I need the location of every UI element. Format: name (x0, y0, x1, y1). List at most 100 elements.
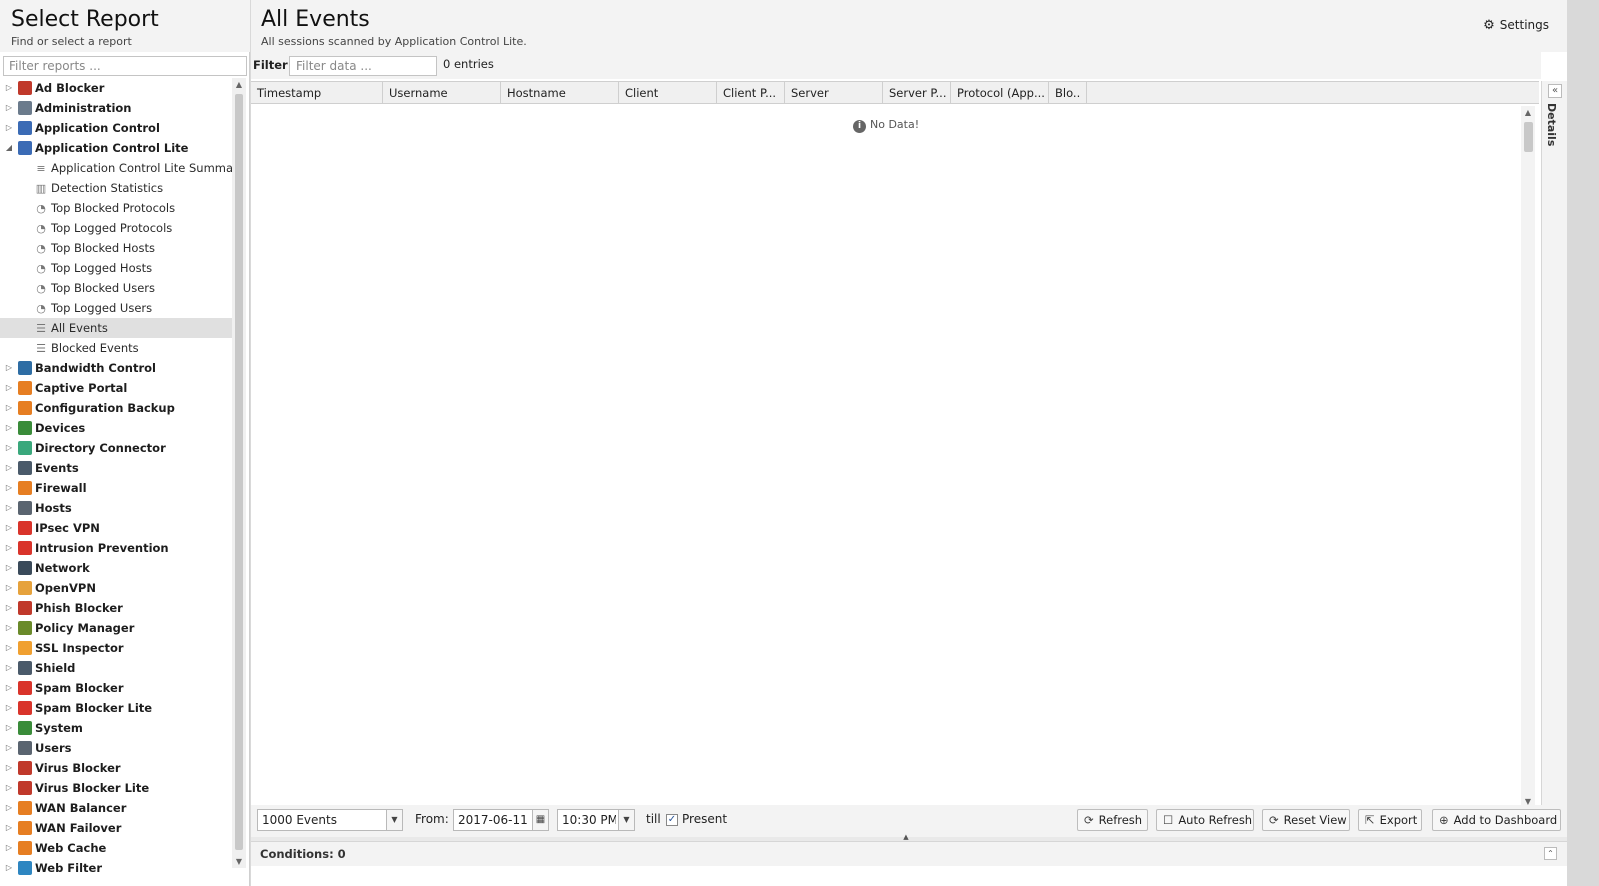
tree-category-application-control-lite[interactable]: ◢ Application Control Lite (0, 138, 236, 158)
tree-category-devices[interactable]: ▷ Devices (0, 418, 236, 438)
refresh-button[interactable]: ⟳ Refresh (1077, 809, 1148, 831)
tree-category-system[interactable]: ▷ System (0, 718, 236, 738)
tree-category-events[interactable]: ▷ Events (0, 458, 236, 478)
column-header[interactable]: Protocol (App... (951, 82, 1049, 104)
collapsed-arrow-icon[interactable]: ▷ (5, 598, 13, 618)
collapsed-arrow-icon[interactable]: ▷ (5, 698, 13, 718)
column-header[interactable]: Timestamp (251, 82, 383, 104)
collapsed-arrow-icon[interactable]: ▷ (5, 418, 13, 438)
tree-report-top-logged-users[interactable]: ◔ Top Logged Users (0, 298, 236, 318)
chevron-down-icon[interactable]: ▼ (386, 810, 402, 830)
tree-report-top-logged-protocols[interactable]: ◔ Top Logged Protocols (0, 218, 236, 238)
collapsed-arrow-icon[interactable]: ▷ (5, 398, 13, 418)
collapsed-arrow-icon[interactable]: ▷ (5, 658, 13, 678)
collapsed-arrow-icon[interactable]: ▷ (5, 798, 13, 818)
expand-up-icon[interactable]: ⌃ (1544, 847, 1557, 860)
tree-category-hosts[interactable]: ▷ Hosts (0, 498, 236, 518)
collapsed-arrow-icon[interactable]: ▷ (5, 678, 13, 698)
tree-category-application-control[interactable]: ▷ Application Control (0, 118, 236, 138)
collapsed-arrow-icon[interactable]: ▷ (5, 718, 13, 738)
collapsed-arrow-icon[interactable]: ▷ (5, 498, 13, 518)
tree-report-top-blocked-protocols[interactable]: ◔ Top Blocked Protocols (0, 198, 236, 218)
tree-category-directory-connector[interactable]: ▷ Directory Connector (0, 438, 236, 458)
tree-category-wan-balancer[interactable]: ▷ WAN Balancer (0, 798, 236, 818)
collapsed-arrow-icon[interactable]: ▷ (5, 458, 13, 478)
tree-report-top-blocked-hosts[interactable]: ◔ Top Blocked Hosts (0, 238, 236, 258)
collapsed-arrow-icon[interactable]: ▷ (5, 818, 13, 838)
auto-refresh-button[interactable]: ☐ Auto Refresh (1156, 809, 1254, 831)
tree-report-application-control-lite-summary[interactable]: ≡ Application Control Lite Summary (0, 158, 236, 178)
collapsed-arrow-icon[interactable]: ▷ (5, 478, 13, 498)
tree-category-web-filter[interactable]: ▷ Web Filter (0, 858, 236, 878)
expanded-arrow-icon[interactable]: ◢ (5, 138, 13, 158)
tree-category-virus-blocker-lite[interactable]: ▷ Virus Blocker Lite (0, 778, 236, 798)
collapsed-arrow-icon[interactable]: ▷ (5, 758, 13, 778)
collapsed-arrow-icon[interactable]: ▷ (5, 858, 13, 878)
column-header[interactable]: Client (619, 82, 717, 104)
column-header[interactable]: Username (383, 82, 501, 104)
collapsed-arrow-icon[interactable]: ▷ (5, 558, 13, 578)
data-filter-input[interactable] (289, 56, 437, 76)
details-panel-collapsed[interactable]: « Details (1541, 81, 1567, 805)
collapsed-arrow-icon[interactable]: ▷ (5, 358, 13, 378)
column-header[interactable]: Client P... (717, 82, 785, 104)
tree-report-top-blocked-users[interactable]: ◔ Top Blocked Users (0, 278, 236, 298)
tree-category-spam-blocker[interactable]: ▷ Spam Blocker (0, 678, 236, 698)
tree-category-virus-blocker[interactable]: ▷ Virus Blocker (0, 758, 236, 778)
collapsed-arrow-icon[interactable]: ▷ (5, 538, 13, 558)
tree-category-firewall[interactable]: ▷ Firewall (0, 478, 236, 498)
collapsed-arrow-icon[interactable]: ▷ (5, 118, 13, 138)
tree-report-detection-statistics[interactable]: ▥ Detection Statistics (0, 178, 236, 198)
collapsed-arrow-icon[interactable]: ▷ (5, 578, 13, 598)
settings-button[interactable]: ⚙ Settings (1483, 18, 1549, 33)
reset-view-button[interactable]: ⟳ Reset View (1262, 809, 1350, 831)
tree-category-intrusion-prevention[interactable]: ▷ Intrusion Prevention (0, 538, 236, 558)
tree-category-phish-blocker[interactable]: ▷ Phish Blocker (0, 598, 236, 618)
from-date-field[interactable]: 2017-06-11 ▦ (453, 809, 549, 831)
collapsed-arrow-icon[interactable]: ▷ (5, 618, 13, 638)
scroll-up-arrow-icon[interactable]: ▲ (1521, 108, 1535, 117)
collapsed-arrow-icon[interactable]: ▷ (5, 78, 13, 98)
present-checkbox[interactable]: ✓ (666, 814, 678, 826)
tree-category-ad-blocker[interactable]: ▷ Ad Blocker (0, 78, 236, 98)
collapsed-arrow-icon[interactable]: ▷ (5, 738, 13, 758)
scrollbar-thumb[interactable] (235, 94, 243, 850)
tree-category-shield[interactable]: ▷ Shield (0, 658, 236, 678)
collapsed-arrow-icon[interactable]: ▷ (5, 438, 13, 458)
scroll-down-arrow-icon[interactable]: ▼ (232, 857, 246, 866)
events-limit-select[interactable]: 1000 Events ▼ (257, 809, 403, 831)
collapsed-arrow-icon[interactable]: ▷ (5, 638, 13, 658)
grid-scrollbar[interactable]: ▲ ▼ (1521, 106, 1535, 806)
column-header[interactable]: Hostname (501, 82, 619, 104)
tree-category-configuration-backup[interactable]: ▷ Configuration Backup (0, 398, 236, 418)
column-header[interactable]: Server (785, 82, 883, 104)
chevron-down-icon[interactable]: ▼ (618, 810, 634, 830)
tree-category-wan-failover[interactable]: ▷ WAN Failover (0, 818, 236, 838)
tree-category-users[interactable]: ▷ Users (0, 738, 236, 758)
collapsed-arrow-icon[interactable]: ▷ (5, 778, 13, 798)
tree-category-ipsec-vpn[interactable]: ▷ IPsec VPN (0, 518, 236, 538)
tree-category-administration[interactable]: ▷ Administration (0, 98, 236, 118)
calendar-icon[interactable]: ▦ (532, 810, 548, 830)
add-to-dashboard-button[interactable]: ⊕ Add to Dashboard (1432, 809, 1561, 831)
tree-category-openvpn[interactable]: ▷ OpenVPN (0, 578, 236, 598)
tree-category-spam-blocker-lite[interactable]: ▷ Spam Blocker Lite (0, 698, 236, 718)
conditions-bar[interactable]: Conditions: 0 ⌃ (251, 841, 1567, 866)
collapsed-arrow-icon[interactable]: ▷ (5, 838, 13, 858)
tree-category-web-cache[interactable]: ▷ Web Cache (0, 838, 236, 858)
tree-report-blocked-events[interactable]: ☰ Blocked Events (0, 338, 236, 358)
scrollbar-thumb[interactable] (1524, 122, 1533, 152)
scroll-up-arrow-icon[interactable]: ▲ (232, 80, 246, 89)
tree-category-captive-portal[interactable]: ▷ Captive Portal (0, 378, 236, 398)
tree-category-ssl-inspector[interactable]: ▷ SSL Inspector (0, 638, 236, 658)
from-time-field[interactable]: 10:30 PM ▼ (557, 809, 635, 831)
report-tree-scrollbar[interactable]: ▲ ▼ (232, 78, 246, 868)
column-header[interactable]: Blo.. (1049, 82, 1087, 104)
tree-category-bandwidth-control[interactable]: ▷ Bandwidth Control (0, 358, 236, 378)
present-label[interactable]: Present (682, 812, 727, 826)
tree-report-top-logged-hosts[interactable]: ◔ Top Logged Hosts (0, 258, 236, 278)
collapsed-arrow-icon[interactable]: ▷ (5, 518, 13, 538)
collapsed-arrow-icon[interactable]: ▷ (5, 378, 13, 398)
expand-details-icon[interactable]: « (1548, 84, 1562, 98)
report-filter-input[interactable] (3, 56, 247, 76)
